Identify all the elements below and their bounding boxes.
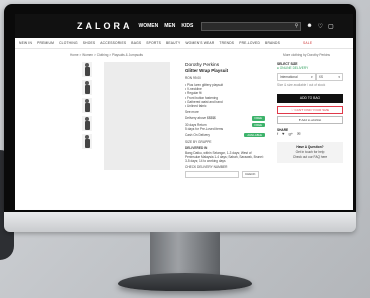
size-guide-link[interactable]: SIZE BY GRUPPE <box>185 140 265 144</box>
faq-link[interactable]: Check out our FAQ here <box>280 155 340 160</box>
product-thumbnail[interactable] <box>82 98 92 113</box>
nav-item-sale[interactable]: SALE <box>303 41 312 45</box>
zip-input[interactable] <box>185 171 239 179</box>
nav-men[interactable]: MEN <box>164 23 175 29</box>
breadcrumb[interactable]: Home > Women > Clothing > Playsuits & Ju… <box>70 53 143 57</box>
monitor-stand-base <box>118 273 252 291</box>
free-badge: FREE <box>251 116 265 121</box>
nav-item-brands[interactable]: BRANDS <box>265 41 280 45</box>
nav-item-clothing[interactable]: CLOTHING <box>59 41 78 45</box>
zip-check: CHECK <box>185 171 265 179</box>
availability-status: ● ONLINE DELIVERY <box>277 66 309 71</box>
chevron-down-icon: ▾ <box>338 75 340 80</box>
nav-item-pre-loved[interactable]: PRE-LOVED <box>239 41 260 45</box>
product-info: Dorothy Perkins Glitter Wrap Playsuit RO… <box>185 63 265 179</box>
zip-check-button[interactable]: CHECK <box>242 171 259 179</box>
delivery-row: Delivery above $$$$$ FREE <box>185 116 265 121</box>
nav-item-bags[interactable]: BAGS <box>131 41 141 45</box>
facebook-icon[interactable]: f <box>277 131 278 136</box>
category-nav: NEW IN PREMIUM CLOTHING SHOES ACCESSORIE… <box>15 38 353 49</box>
help-box: Have A Question? Get in touch for help C… <box>277 142 343 164</box>
feature-item: • Unlined fabric <box>185 103 207 108</box>
account-icon[interactable]: ☻ <box>306 23 312 29</box>
chevron-down-icon: ▾ <box>311 75 313 80</box>
google-plus-icon[interactable]: g+ <box>289 131 294 136</box>
size-select[interactable]: XS ▾ <box>315 73 343 82</box>
zip-label: CHECK DELIVERY NUMBER <box>185 165 228 170</box>
pinterest-icon[interactable]: ♥ <box>282 131 284 136</box>
browser-screen: ZALORA WOMEN MEN KIDS ⚲ ☻ ♡ ▢ NEW IN PRE… <box>15 14 353 210</box>
nav-item-sports[interactable]: SPORTS <box>146 41 161 45</box>
monitor-chin <box>4 212 356 232</box>
feature-list: • Plus lurex glittery playsuit • V-neckl… <box>185 83 265 108</box>
see-more-link[interactable]: See more <box>185 110 265 114</box>
cod-row: Cash On Delivery AVAILABLE <box>185 132 265 138</box>
product-thumbnail[interactable] <box>82 80 92 95</box>
email-icon[interactable]: ✉ <box>297 131 300 136</box>
nav-women[interactable]: WOMEN <box>139 23 159 29</box>
nav-item-womens-wear[interactable]: WOMEN'S WEAR <box>185 41 214 45</box>
nav-item-beauty[interactable]: BEAUTY <box>166 41 180 45</box>
nav-kids[interactable]: KIDS <box>181 23 193 29</box>
size-system-select[interactable]: International ▾ <box>277 73 316 82</box>
nav-item-trends[interactable]: TRENDS <box>219 41 234 45</box>
cod-badge: AVAILABLE <box>244 132 265 138</box>
product-thumbnail[interactable] <box>82 134 92 149</box>
add-to-bag-button[interactable]: ADD TO BAG <box>277 93 343 103</box>
nav-item-new-in[interactable]: NEW IN <box>19 41 32 45</box>
search-bar[interactable]: ⚲ <box>201 21 302 31</box>
nav-item-shoes[interactable]: SHOES <box>83 41 96 45</box>
size-selectors: International ▾ XS ▾ <box>277 73 343 82</box>
product-price: RON 99.00 <box>185 75 201 80</box>
monitor-stand-neck <box>150 232 220 276</box>
zalora-logo[interactable]: ZALORA <box>77 21 133 31</box>
nav-item-premium[interactable]: PREMIUM <box>37 41 54 45</box>
search-input[interactable] <box>224 23 295 29</box>
bag-icon[interactable]: ▢ <box>328 23 334 30</box>
main-product-image[interactable] <box>104 62 170 170</box>
purchase-panel: SELECT SIZE ● ONLINE DELIVERY Internatio… <box>277 62 343 164</box>
more-by-brand-link[interactable]: More clothing by Dorothy Perkins <box>283 53 330 57</box>
nav-item-accessories[interactable]: ACCESSORIES <box>100 41 126 45</box>
search-icon[interactable]: ⚲ <box>295 23 299 29</box>
breadcrumb-row: Home > Women > Clothing > Playsuits & Ju… <box>15 49 330 57</box>
thumbnail-strip <box>82 62 94 152</box>
product-name: Glitter Wrap Playsuit <box>185 67 229 73</box>
add-to-wishlist-button[interactable]: ♥ Add to wishlist <box>277 115 343 124</box>
returns-badge: FREE <box>251 122 265 127</box>
size-note: Size & size available / out of stock <box>277 83 326 88</box>
monitor-bezel: ZALORA WOMEN MEN KIDS ⚲ ☻ ♡ ▢ NEW IN PRE… <box>4 4 356 212</box>
top-bar: ZALORA WOMEN MEN KIDS ⚲ ☻ ♡ ▢ <box>15 14 353 38</box>
delivered-in-text: Bang Datku, within Selangor, 1-3 days; W… <box>185 150 264 163</box>
product-thumbnail[interactable] <box>82 116 92 131</box>
cant-find-size-button[interactable]: ♡ CAN'T FIND YOUR SIZE <box>277 105 343 114</box>
product-thumbnail[interactable] <box>82 62 92 77</box>
returns-note: 5 days for Pre-Loved items <box>185 126 224 131</box>
share-icons: f ♥ g+ ✉ <box>277 131 343 136</box>
wishlist-icon[interactable]: ♡ <box>318 23 323 30</box>
